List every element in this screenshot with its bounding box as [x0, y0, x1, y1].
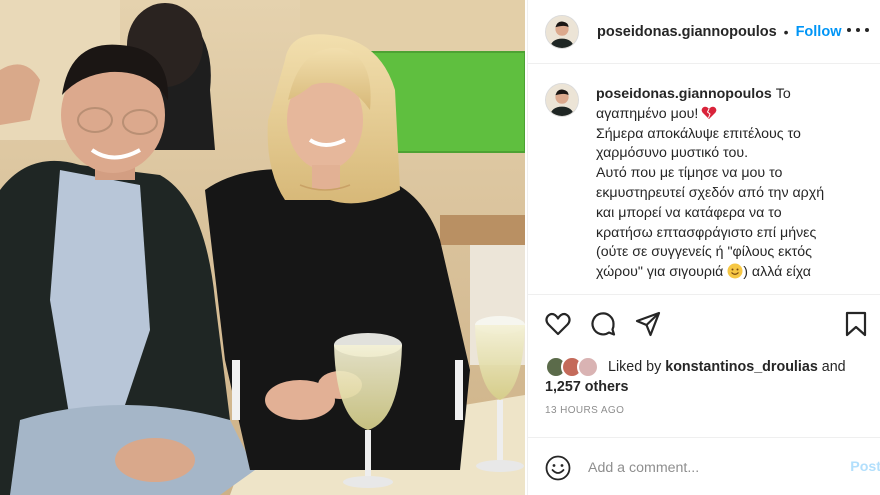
smile-emoji-icon: [727, 263, 743, 279]
caption-line: εκμυστηρευτεί σχεδόν από την αρχή: [596, 184, 825, 201]
bookmark-icon[interactable]: [842, 310, 870, 338]
caption-line: χαρμόσυνο μυστικό του.: [596, 145, 749, 162]
caption-line: κρατήσω επτασφράγιστο επί μήνες: [596, 224, 817, 241]
liked-by-user[interactable]: konstantinos_droulias: [665, 359, 818, 375]
caption-line: Το: [775, 86, 791, 102]
more-options-icon[interactable]: [847, 20, 869, 40]
comment-bar: Post: [528, 437, 880, 495]
comment-input[interactable]: [588, 456, 838, 480]
caption-line: ) αλλά είχα: [743, 264, 811, 281]
caption-text: poseidonas.giannopoulos Το αγαπημένο μου…: [596, 85, 874, 283]
caption-line: (ούτε σε συγγενείς ή "φίλους εκτός: [596, 244, 812, 261]
liked-by-text: Liked by konstantinos_droulias and: [608, 357, 846, 377]
separator-dot: •: [783, 23, 789, 40]
liked-by-prefix: Liked by: [608, 359, 662, 375]
comment-icon[interactable]: [589, 310, 617, 338]
post-comment-button[interactable]: Post: [850, 459, 880, 475]
caption-line: και μπορεί να κατάφερα να το: [596, 204, 782, 221]
emoji-icon[interactable]: [545, 455, 571, 481]
likes-section: Liked by konstantinos_droulias and 1,257…: [545, 356, 880, 398]
post-timestamp[interactable]: 13 HOURS AGO: [545, 405, 624, 416]
share-icon[interactable]: [634, 310, 662, 338]
post-header: poseidonas.giannopoulos • Follow: [528, 0, 880, 64]
likes-others[interactable]: 1,257 others: [545, 377, 628, 397]
post-photo[interactable]: [0, 0, 525, 495]
follow-button[interactable]: Follow: [796, 24, 842, 40]
caption-line: αγαπημένο μου!: [596, 105, 699, 122]
author-avatar[interactable]: [545, 14, 579, 49]
caption-line: χώρου" για σιγουριά: [596, 264, 724, 281]
liker-avatar[interactable]: [577, 356, 599, 378]
caption-area[interactable]: poseidonas.giannopoulos Το αγαπημένο μου…: [528, 65, 880, 295]
liked-by-and: and: [821, 359, 846, 375]
broken-heart-emoji-icon: [701, 106, 717, 119]
post-panel: poseidonas.giannopoulos • Follow poseido…: [527, 0, 880, 495]
caption-line: Σήμερα αποκάλυψε επιτέλους το: [596, 125, 801, 142]
caption-avatar[interactable]: [545, 83, 579, 117]
caption-username[interactable]: poseidonas.giannopoulos: [596, 86, 772, 102]
caption-line: Αυτό που με τίμησε να μου το: [596, 165, 783, 182]
heart-icon[interactable]: [544, 310, 572, 338]
action-bar: [528, 300, 880, 346]
post-image: [0, 0, 525, 495]
author-username[interactable]: poseidonas.giannopoulos: [597, 24, 777, 40]
